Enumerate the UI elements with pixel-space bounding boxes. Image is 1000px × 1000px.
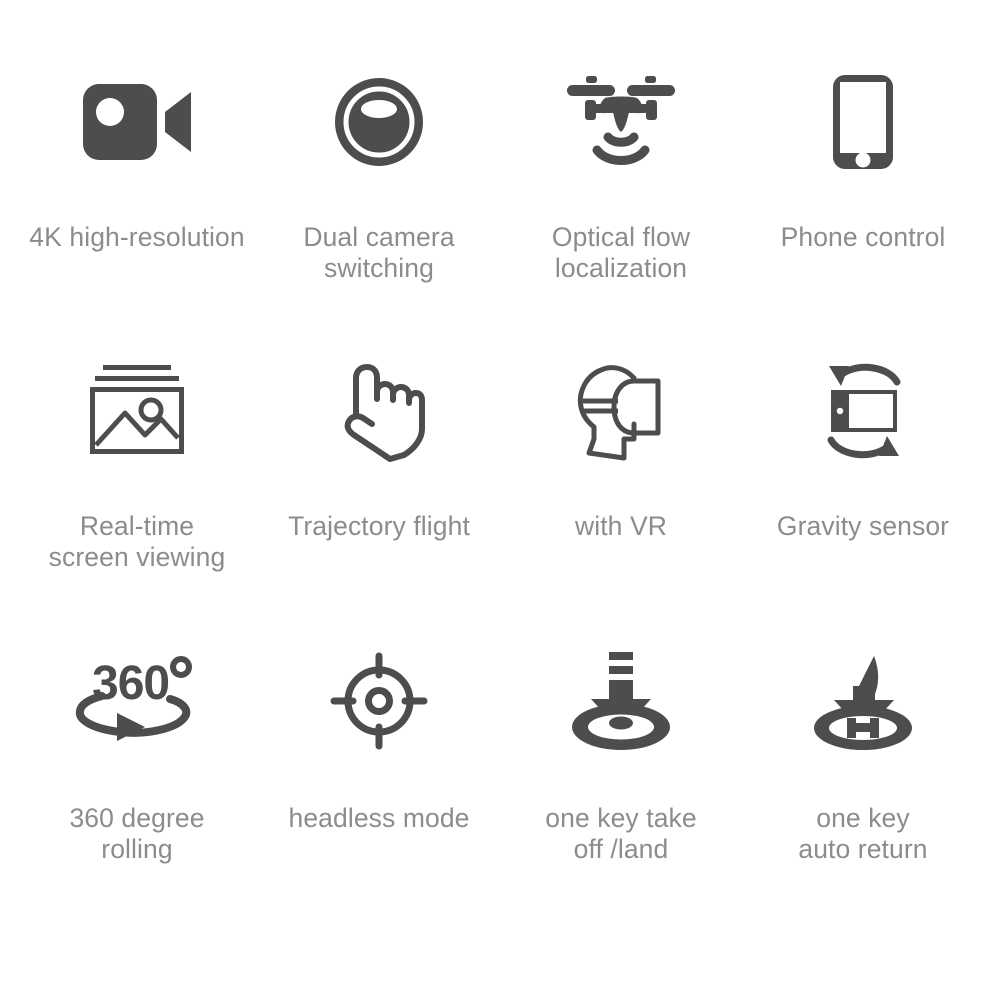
feature-item-dual-camera-switching: Dual camera switching [258,62,500,351]
vr-headset-head-icon [546,351,696,471]
360-degree-rotation-icon: 360 [62,641,212,761]
feature-label: one key auto return [798,802,928,864]
takeoff-land-arrow-icon [546,641,696,761]
feature-item-optical-flow-localization: Optical flow localization [500,62,742,351]
feature-label: Optical flow localization [551,222,691,283]
feature-label: one key take off /land [545,802,697,864]
crosshair-target-icon [304,641,454,761]
feature-label: headless mode [288,802,470,833]
photo-gallery-icon [62,351,212,471]
feature-item-headless-mode: headless mode [258,641,500,930]
feature-item-gravity-sensor: Gravity sensor [742,351,984,640]
feature-item-with-vr: with VR [500,351,742,640]
feature-item-trajectory-flight: Trajectory flight [258,351,500,640]
feature-label: with VR [574,511,667,542]
feature-label: Phone control [780,222,946,252]
feature-label: Dual camera switching [303,222,455,283]
auto-return-helipad-icon [788,641,938,761]
feature-item-one-key-auto-return: one key auto return [742,641,984,930]
feature-label: Gravity sensor [776,511,950,542]
feature-item-one-key-take-off-land: one key take off /land [500,641,742,930]
svg-text:360: 360 [92,657,169,710]
feature-label: Real-time screen viewing [48,511,226,573]
feature-label: Trajectory flight [288,511,470,542]
pointing-hand-icon [304,351,454,471]
feature-item-360-degree-rolling: 360 360 degree rolling [16,641,258,930]
dual-camera-lens-icon [304,62,454,182]
video-camera-icon [62,62,212,182]
feature-label: 4K high-resolution [29,222,245,252]
feature-label: 360 degree rolling [69,802,205,864]
feature-grid: 4K high-resolution Dual camera switching [0,0,1000,1000]
feature-item-phone-control: Phone control [742,62,984,351]
feature-item-real-time-screen-viewing: Real-time screen viewing [16,351,258,640]
drone-signal-icon [546,62,696,182]
smartphone-icon [788,62,938,182]
feature-item-4k-high-resolution: 4K high-resolution [16,62,258,351]
device-rotation-icon [788,351,938,471]
